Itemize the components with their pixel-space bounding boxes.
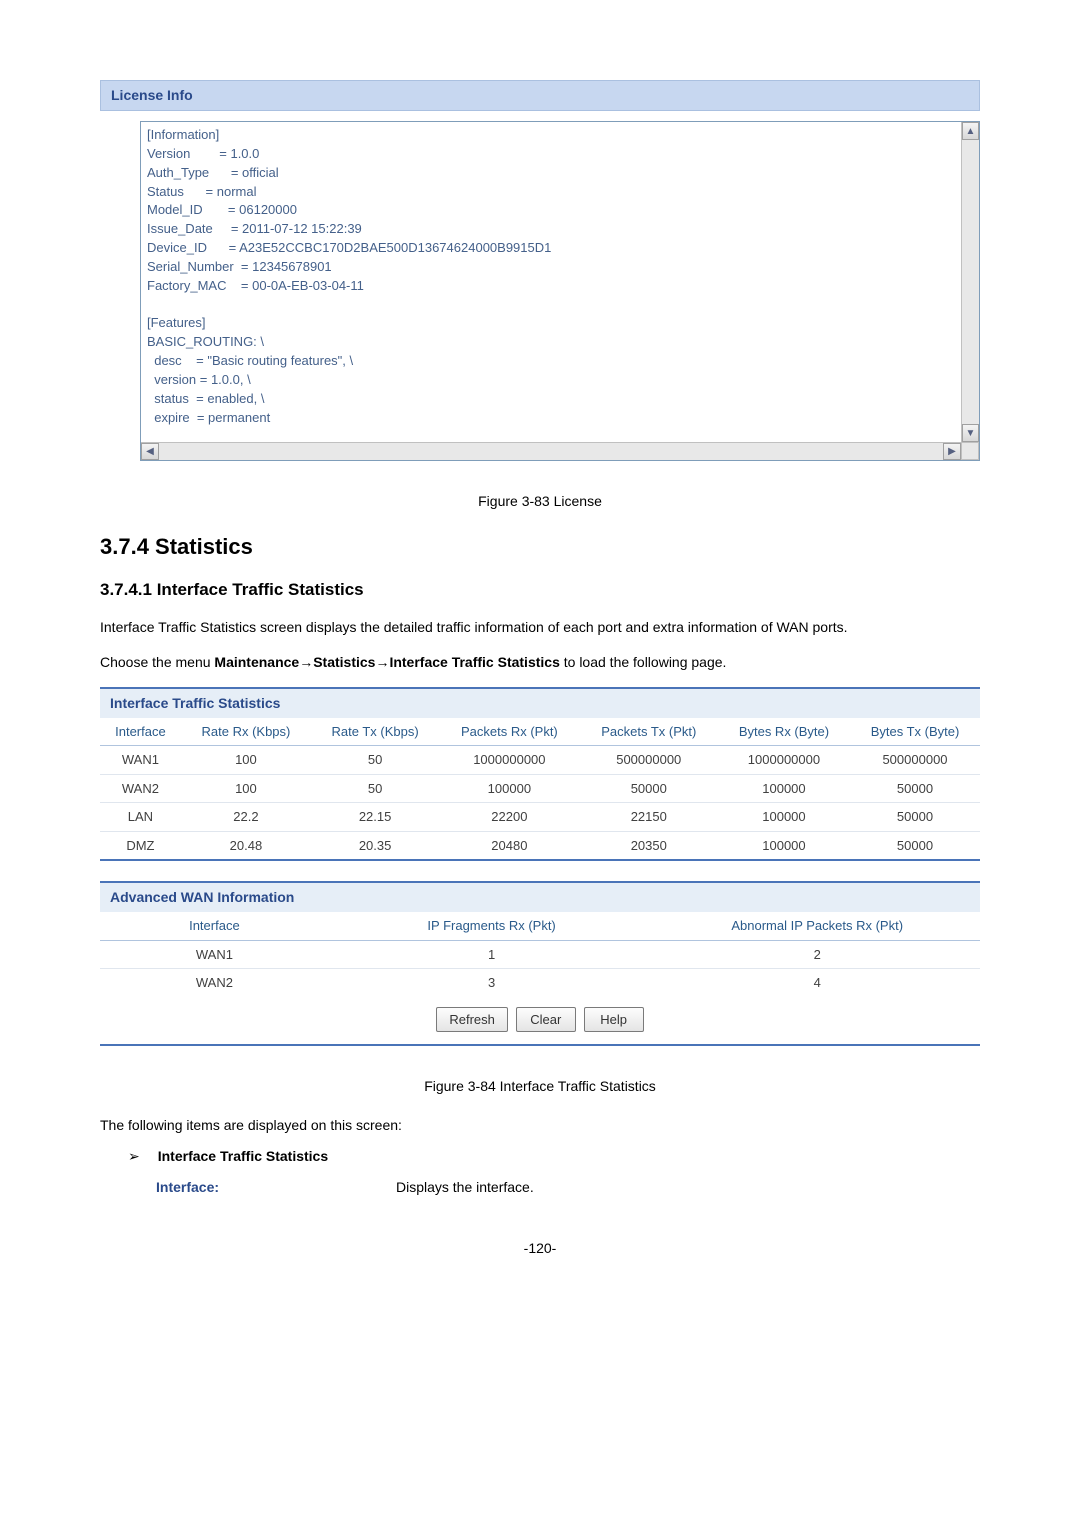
awi-th-interface: Interface [100, 912, 329, 940]
table-cell: 1000000000 [439, 746, 579, 775]
bullet-label: Interface Traffic Statistics [158, 1146, 328, 1167]
table-cell: 100000 [718, 774, 850, 803]
bullet-icon: ➢ [128, 1146, 140, 1167]
field-label-interface: Interface: [156, 1177, 396, 1198]
chevron-up-icon: ▲ [966, 124, 976, 139]
heading-interface-traffic: 3.7.4.1 Interface Traffic Statistics [100, 577, 980, 603]
field-interface: Interface: Displays the interface. [156, 1177, 980, 1198]
awi-th-ip-fragments: IP Fragments Rx (Pkt) [329, 912, 655, 940]
table-cell: 500000000 [850, 746, 980, 775]
table-row: DMZ20.4820.35204802035010000050000 [100, 831, 980, 859]
horizontal-scrollbar[interactable]: ◀ ▶ [141, 442, 961, 460]
heading-statistics: 3.7.4 Statistics [100, 530, 980, 563]
table-cell: DMZ [100, 831, 181, 859]
table-cell: 3 [329, 969, 655, 997]
table-cell: 50000 [850, 774, 980, 803]
items-displayed-text: The following items are displayed on thi… [100, 1115, 980, 1136]
paragraph-menu-path: Choose the menu Maintenance→Statistics→I… [100, 652, 980, 673]
its-panel: Interface Traffic Statistics Interface R… [100, 687, 980, 862]
chevron-right-icon: ▶ [948, 444, 956, 459]
chevron-down-icon: ▼ [966, 426, 976, 441]
its-th-packets-tx: Packets Tx (Pkt) [580, 718, 718, 746]
table-cell: 100000 [718, 831, 850, 859]
table-cell: 100 [181, 774, 311, 803]
para2-pre: Choose the menu [100, 654, 214, 670]
table-row: WAN112 [100, 940, 980, 969]
license-panel: License Info [Information] Version = 1.0… [100, 80, 980, 461]
table-cell: 50 [311, 746, 439, 775]
table-cell: 20.48 [181, 831, 311, 859]
awi-th-abnormal: Abnormal IP Packets Rx (Pkt) [654, 912, 980, 940]
table-cell: 1000000000 [718, 746, 850, 775]
table-row: WAN2100501000005000010000050000 [100, 774, 980, 803]
its-th-rate-tx: Rate Tx (Kbps) [311, 718, 439, 746]
table-cell: 50000 [850, 803, 980, 832]
awi-panel: Advanced WAN Information Interface IP Fr… [100, 881, 980, 1046]
table-row: WAN1100501000000000500000000100000000050… [100, 746, 980, 775]
table-cell: 2 [654, 940, 980, 969]
awi-button-row: Refresh Clear Help [100, 997, 980, 1045]
chevron-left-icon: ◀ [146, 444, 154, 459]
its-th-rate-rx: Rate Rx (Kbps) [181, 718, 311, 746]
its-th-packets-rx: Packets Rx (Pkt) [439, 718, 579, 746]
awi-table: Interface IP Fragments Rx (Pkt) Abnormal… [100, 912, 980, 997]
bullet-its: ➢ Interface Traffic Statistics [128, 1146, 980, 1167]
table-cell: 1 [329, 940, 655, 969]
scroll-up-button[interactable]: ▲ [962, 122, 979, 140]
table-cell: 100000 [718, 803, 850, 832]
field-desc-interface: Displays the interface. [396, 1177, 534, 1198]
table-cell: 20350 [580, 831, 718, 859]
its-th-bytes-tx: Bytes Tx (Byte) [850, 718, 980, 746]
table-cell: LAN [100, 803, 181, 832]
scroll-down-button[interactable]: ▼ [962, 424, 979, 442]
table-cell: 50000 [850, 831, 980, 859]
table-cell: 22200 [439, 803, 579, 832]
help-button[interactable]: Help [584, 1007, 644, 1033]
table-cell: 22.2 [181, 803, 311, 832]
table-cell: 22.15 [311, 803, 439, 832]
its-th-interface: Interface [100, 718, 181, 746]
scroll-left-button[interactable]: ◀ [141, 443, 159, 460]
table-cell: WAN2 [100, 774, 181, 803]
license-textarea[interactable]: [Information] Version = 1.0.0 Auth_Type … [140, 121, 980, 461]
table-cell: WAN1 [100, 940, 329, 969]
table-row: WAN234 [100, 969, 980, 997]
table-cell: WAN1 [100, 746, 181, 775]
figure-caption-84: Figure 3-84 Interface Traffic Statistics [100, 1076, 980, 1097]
scroll-right-button[interactable]: ▶ [943, 443, 961, 460]
table-cell: 20480 [439, 831, 579, 859]
vertical-scrollbar[interactable]: ▲ ▼ [961, 122, 979, 442]
table-cell: 4 [654, 969, 980, 997]
para2-bold: Maintenance→Statistics→Interface Traffic… [214, 654, 559, 670]
table-cell: 50 [311, 774, 439, 803]
license-content: [Information] Version = 1.0.0 Auth_Type … [141, 122, 979, 461]
page-number: -120- [100, 1238, 980, 1259]
its-header-row: Interface Rate Rx (Kbps) Rate Tx (Kbps) … [100, 718, 980, 746]
table-cell: 22150 [580, 803, 718, 832]
paragraph-intro: Interface Traffic Statistics screen disp… [100, 617, 980, 638]
table-cell: 50000 [580, 774, 718, 803]
awi-panel-title: Advanced WAN Information [100, 883, 980, 912]
table-cell: 100000 [439, 774, 579, 803]
table-cell: 100 [181, 746, 311, 775]
clear-button[interactable]: Clear [516, 1007, 576, 1033]
its-th-bytes-rx: Bytes Rx (Byte) [718, 718, 850, 746]
figure-caption-83: Figure 3-83 License [100, 491, 980, 512]
para2-post: to load the following page. [560, 654, 727, 670]
its-panel-title: Interface Traffic Statistics [100, 689, 980, 718]
license-panel-title: License Info [100, 80, 980, 111]
its-table: Interface Rate Rx (Kbps) Rate Tx (Kbps) … [100, 718, 980, 860]
table-cell: 20.35 [311, 831, 439, 859]
scrollbar-corner [961, 442, 979, 460]
refresh-button[interactable]: Refresh [436, 1007, 508, 1033]
awi-header-row: Interface IP Fragments Rx (Pkt) Abnormal… [100, 912, 980, 940]
table-row: LAN22.222.15222002215010000050000 [100, 803, 980, 832]
table-cell: 500000000 [580, 746, 718, 775]
table-cell: WAN2 [100, 969, 329, 997]
